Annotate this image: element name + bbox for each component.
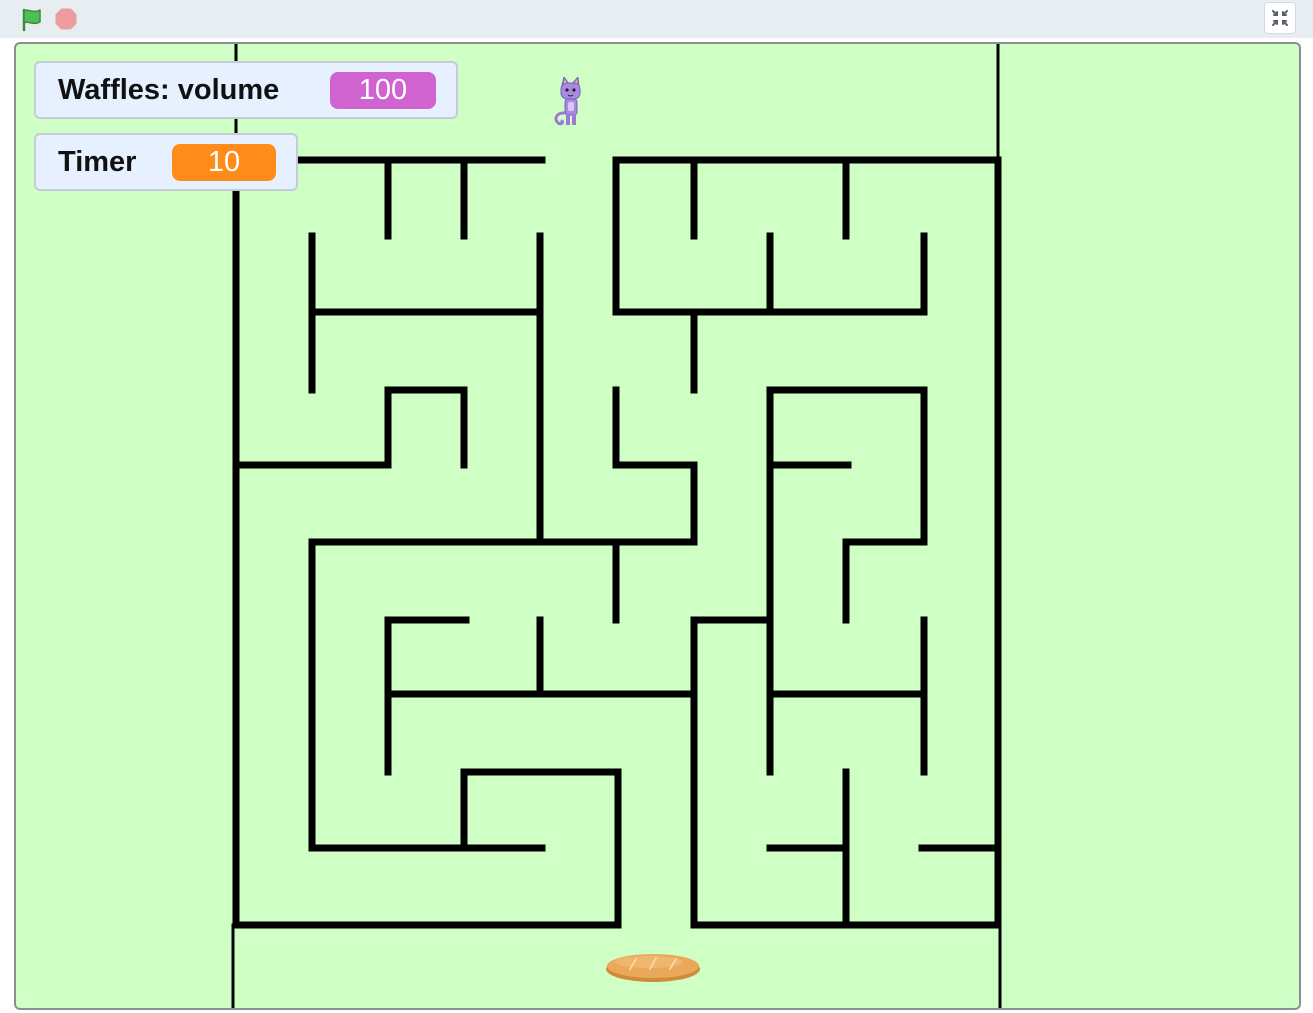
- monitor-value: 100: [330, 72, 436, 109]
- stage[interactable]: Waffles: volume 100 Timer 10: [14, 42, 1301, 1010]
- exit-fullscreen-button[interactable]: [1264, 2, 1296, 34]
- exit-fullscreen-icon: [1272, 10, 1288, 26]
- variable-monitor-volume[interactable]: Waffles: volume 100: [34, 61, 458, 119]
- monitor-label: Waffles: volume: [58, 74, 280, 106]
- stop-button[interactable]: [52, 5, 80, 33]
- monitor-label: Timer: [58, 146, 137, 178]
- green-flag-icon: [22, 8, 41, 32]
- stop-sign-icon: [55, 8, 77, 30]
- green-flag-button[interactable]: [18, 5, 46, 33]
- stage-header: [0, 0, 1313, 38]
- cat-sprite[interactable]: [552, 77, 588, 129]
- monitor-value: 10: [172, 144, 276, 181]
- variable-monitor-timer[interactable]: Timer 10: [34, 133, 298, 191]
- bread-sprite[interactable]: [604, 947, 702, 985]
